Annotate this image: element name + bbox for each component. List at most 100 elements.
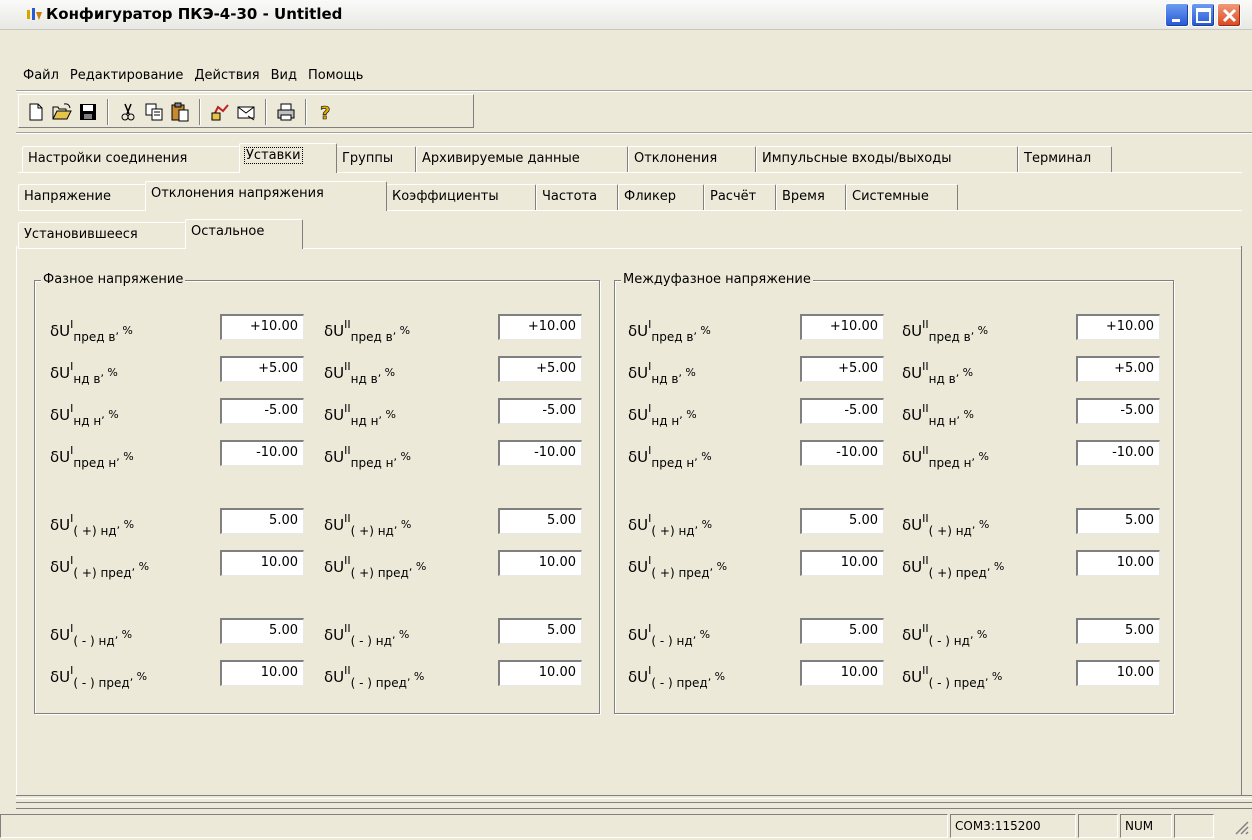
setpoint-label-phase-plus_pred-1: δUI( +) пред, % bbox=[50, 554, 150, 580]
setpoint-input-phase-nd_v-2[interactable]: +5.00 bbox=[498, 356, 582, 382]
setpoint-input-phase-plus_nd-2[interactable]: 5.00 bbox=[498, 508, 582, 534]
tab-flicker[interactable]: Фликер bbox=[618, 184, 704, 210]
help-icon[interactable]: ? bbox=[315, 101, 337, 125]
setpoint-input-interphase-plus_pred-2[interactable]: 10.00 bbox=[1076, 550, 1160, 576]
setpoint-input-phase-nd_n-1[interactable]: -5.00 bbox=[220, 398, 304, 424]
setpoint-label-phase-plus_nd-1: δUI( +) нд, % bbox=[50, 512, 135, 538]
menu-file[interactable]: Файл bbox=[20, 66, 67, 86]
setpoint-label-phase-pred_v-1: δUIпред в, % bbox=[50, 318, 133, 344]
setpoint-label-interphase-pred_n-2: δUIIпред н, % bbox=[902, 444, 989, 470]
setpoint-input-phase-nd_v-1[interactable]: +5.00 bbox=[220, 356, 304, 382]
setpoint-label-interphase-minus_pred-2: δUII( - ) пред, % bbox=[902, 664, 1003, 690]
setpoint-input-interphase-minus_nd-1[interactable]: 5.00 bbox=[800, 618, 884, 644]
tab-time[interactable]: Время bbox=[776, 184, 846, 210]
maximize-button[interactable] bbox=[1191, 3, 1215, 27]
tab-deviations[interactable]: Отклонения bbox=[628, 146, 756, 172]
setpoint-label-phase-nd_n-2: δUIIнд н, % bbox=[324, 402, 396, 428]
setpoint-label-interphase-pred_v-2: δUIIпред в, % bbox=[902, 318, 989, 344]
setpoint-input-interphase-pred_v-2[interactable]: +10.00 bbox=[1076, 314, 1160, 340]
title-bar[interactable]: Конфигуратор ПКЭ-4-30 - Untitled bbox=[0, 0, 1252, 30]
tab-calculation[interactable]: Расчёт bbox=[704, 184, 776, 210]
main-tabs: Настройки соединения Уставки Группы Архи… bbox=[18, 143, 1118, 173]
menu-view[interactable]: Вид bbox=[268, 66, 305, 86]
menu-bar: Файл Редактирование Действия Вид Помощь bbox=[20, 66, 371, 86]
tab-pulse-io[interactable]: Импульсные входы/выходы bbox=[756, 146, 1018, 172]
setpoint-input-phase-plus_pred-2[interactable]: 10.00 bbox=[498, 550, 582, 576]
paste-icon[interactable] bbox=[169, 101, 191, 123]
setpoint-input-phase-minus_nd-1[interactable]: 5.00 bbox=[220, 618, 304, 644]
setpoint-label-phase-pred_n-2: δUIIпред н, % bbox=[324, 444, 411, 470]
setpoint-label-interphase-nd_v-1: δUIнд в, % bbox=[628, 360, 696, 386]
setpoint-input-phase-plus_pred-1[interactable]: 10.00 bbox=[220, 550, 304, 576]
setpoint-input-phase-pred_n-1[interactable]: -10.00 bbox=[220, 440, 304, 466]
setpoint-label-interphase-minus_pred-1: δUI( - ) пред, % bbox=[628, 664, 726, 690]
menu-edit[interactable]: Редактирование bbox=[67, 66, 191, 86]
tab-archived-data[interactable]: Архивируемые данные bbox=[416, 146, 628, 172]
status-caps bbox=[1078, 814, 1118, 838]
copy-icon[interactable] bbox=[143, 101, 165, 123]
app-icon bbox=[26, 6, 44, 24]
menu-help[interactable]: Помощь bbox=[305, 66, 371, 86]
tab-frequency[interactable]: Частота bbox=[536, 184, 618, 210]
setpoint-input-interphase-nd_n-2[interactable]: -5.00 bbox=[1076, 398, 1160, 424]
print-icon[interactable] bbox=[275, 101, 297, 123]
sub-tabs: Напряжение Отклонения напряжения Коэффиц… bbox=[18, 181, 1018, 211]
tab-coefficients[interactable]: Коэффициенты bbox=[386, 184, 536, 210]
status-num: NUM bbox=[1120, 814, 1172, 838]
size-grip[interactable] bbox=[1232, 818, 1250, 836]
minimize-button[interactable] bbox=[1165, 3, 1189, 27]
cut-icon[interactable] bbox=[117, 101, 139, 123]
setpoint-input-interphase-plus_nd-1[interactable]: 5.00 bbox=[800, 508, 884, 534]
setpoint-label-interphase-pred_v-1: δUIпред в, % bbox=[628, 318, 711, 344]
tab-voltage[interactable]: Напряжение bbox=[18, 184, 146, 210]
setpoint-label-phase-nd_v-2: δUIIнд в, % bbox=[324, 360, 396, 386]
setpoint-input-interphase-pred_n-1[interactable]: -10.00 bbox=[800, 440, 884, 466]
window-title: Конфигуратор ПКЭ-4-30 - Untitled bbox=[46, 5, 343, 23]
group-label: Фазное напряжение bbox=[41, 272, 186, 288]
write-device-icon[interactable] bbox=[235, 101, 257, 123]
save-icon[interactable] bbox=[77, 101, 99, 123]
setpoint-input-interphase-plus_nd-2[interactable]: 5.00 bbox=[1076, 508, 1160, 534]
setpoint-label-phase-plus_nd-2: δUII( +) нд, % bbox=[324, 512, 412, 538]
new-file-icon[interactable] bbox=[25, 101, 47, 123]
setpoint-input-interphase-minus_nd-2[interactable]: 5.00 bbox=[1076, 618, 1160, 644]
menu-actions[interactable]: Действия bbox=[191, 66, 267, 86]
setpoint-input-interphase-nd_v-1[interactable]: +5.00 bbox=[800, 356, 884, 382]
setpoint-input-interphase-minus_pred-1[interactable]: 10.00 bbox=[800, 660, 884, 686]
setpoint-input-phase-pred_n-2[interactable]: -10.00 bbox=[498, 440, 582, 466]
tab-setpoints[interactable]: Уставки bbox=[239, 143, 337, 173]
setpoint-input-phase-pred_v-2[interactable]: +10.00 bbox=[498, 314, 582, 340]
setpoint-input-interphase-plus_pred-1[interactable]: 10.00 bbox=[800, 550, 884, 576]
tab-other[interactable]: Остальное bbox=[185, 219, 303, 249]
tab-groups[interactable]: Группы bbox=[336, 146, 416, 172]
setpoint-input-interphase-nd_n-1[interactable]: -5.00 bbox=[800, 398, 884, 424]
open-folder-icon[interactable] bbox=[51, 101, 73, 123]
toolbar: ? bbox=[18, 94, 474, 128]
setpoint-label-interphase-nd_n-2: δUIIнд н, % bbox=[902, 402, 974, 428]
tab-connection-settings[interactable]: Настройки соединения bbox=[22, 146, 240, 172]
svg-text:?: ? bbox=[320, 103, 330, 123]
setpoint-input-phase-nd_n-2[interactable]: -5.00 bbox=[498, 398, 582, 424]
tab-voltage-deviations[interactable]: Отклонения напряжения bbox=[145, 181, 387, 211]
setpoint-input-interphase-minus_pred-2[interactable]: 10.00 bbox=[1076, 660, 1160, 686]
setpoint-label-interphase-nd_n-1: δUIнд н, % bbox=[628, 402, 697, 428]
setpoint-input-phase-minus_nd-2[interactable]: 5.00 bbox=[498, 618, 582, 644]
tab-terminal[interactable]: Терминал bbox=[1018, 146, 1112, 172]
setpoint-input-phase-pred_v-1[interactable]: +10.00 bbox=[220, 314, 304, 340]
setpoint-input-phase-minus_pred-1[interactable]: 10.00 bbox=[220, 660, 304, 686]
setpoint-input-phase-plus_nd-1[interactable]: 5.00 bbox=[220, 508, 304, 534]
inner-tabs: Установившееся Остальное bbox=[18, 219, 418, 249]
setpoint-input-interphase-pred_v-1[interactable]: +10.00 bbox=[800, 314, 884, 340]
setpoint-input-interphase-pred_n-2[interactable]: -10.00 bbox=[1076, 440, 1160, 466]
setpoint-label-interphase-plus_pred-1: δUI( +) пред, % bbox=[628, 554, 728, 580]
close-button[interactable] bbox=[1217, 3, 1241, 27]
group-label: Междуфазное напряжение bbox=[621, 272, 813, 288]
read-device-icon[interactable] bbox=[209, 101, 231, 123]
setpoint-label-phase-plus_pred-2: δUII( +) пред, % bbox=[324, 554, 427, 580]
tab-system[interactable]: Системные bbox=[846, 184, 958, 210]
setpoint-label-interphase-plus_nd-2: δUII( +) нд, % bbox=[902, 512, 990, 538]
setpoint-input-interphase-nd_v-2[interactable]: +5.00 bbox=[1076, 356, 1160, 382]
splitter[interactable] bbox=[16, 795, 1252, 809]
tab-steady-state[interactable]: Установившееся bbox=[18, 222, 186, 248]
setpoint-input-phase-minus_pred-2[interactable]: 10.00 bbox=[498, 660, 582, 686]
